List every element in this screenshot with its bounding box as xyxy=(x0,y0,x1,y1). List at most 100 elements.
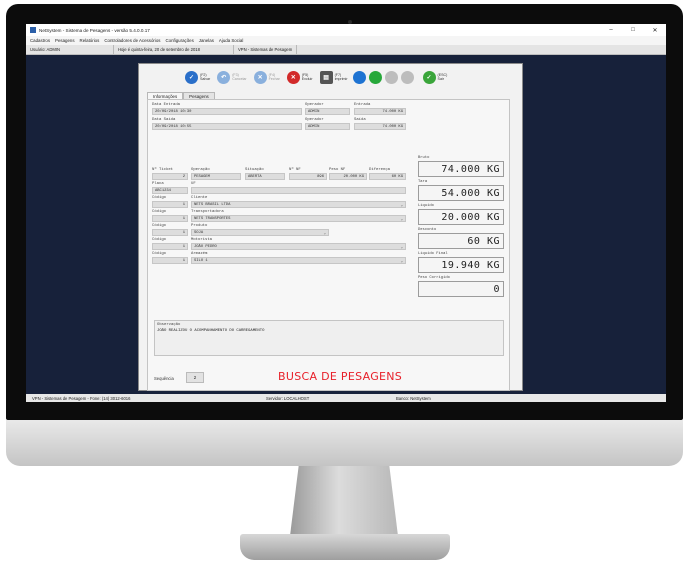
menubar: Cadastros Pesagens Relatórios Controlado… xyxy=(26,36,666,45)
chevron-down-icon: ⌄ xyxy=(400,260,403,264)
close-icon: ✕ xyxy=(253,70,267,84)
window-titlebar: NetSystem - Sistema de Pesagens - versão… xyxy=(26,24,666,36)
warehouse-value: SILO 1 xyxy=(194,258,208,263)
entry-date-field[interactable]: 20/09/2018 10:30 xyxy=(152,108,302,115)
close-label: (F4) Fechar xyxy=(268,72,280,82)
warehouse-code-label: Código xyxy=(152,252,167,256)
cancel-button[interactable]: ↶ (F3) Cancelar xyxy=(215,68,248,86)
operation-label: Operação xyxy=(191,168,210,172)
entry-weight-label: Entrada xyxy=(354,103,371,107)
nav-last-icon[interactable] xyxy=(400,70,414,84)
menu-configuracoes[interactable]: Configurações xyxy=(165,38,193,43)
entry-weight-field[interactable]: 74.000 KG xyxy=(354,108,406,115)
product-code-label: Código xyxy=(152,224,167,228)
nav-first-icon[interactable] xyxy=(352,70,366,84)
exit-date-label: Data Saída xyxy=(152,118,176,122)
menu-controladores[interactable]: Controladores de Acessórios xyxy=(104,38,160,43)
entry-operator-field[interactable]: ADMIN xyxy=(305,108,350,115)
menu-ajuda[interactable]: Ajuda Social xyxy=(219,38,243,43)
cancel-label: (F3) Cancelar xyxy=(232,72,247,82)
exit-date-field[interactable]: 20/09/2018 10:55 xyxy=(152,123,302,130)
client-code-field[interactable]: 1 xyxy=(152,201,188,208)
warehouse-code-field[interactable]: 1 xyxy=(152,257,188,264)
info-date: Hoje é quinta-feira, 20 de setembro de 2… xyxy=(114,45,234,54)
product-code-field[interactable]: 1 xyxy=(152,229,188,236)
statusbar: VPN - Sistemas de Pesagem - Fone: (14) 3… xyxy=(26,394,666,402)
ticket-field[interactable]: 2 xyxy=(152,173,188,180)
difference-field[interactable]: 60 KG xyxy=(369,173,406,180)
screen: NetSystem - Sistema de Pesagens - versão… xyxy=(26,24,666,402)
chevron-down-icon: ⌄ xyxy=(400,204,403,208)
product-value: SOJA xyxy=(194,230,204,235)
driver-code-field[interactable]: 1 xyxy=(152,243,188,250)
menu-pesagens[interactable]: Pesagens xyxy=(55,38,75,43)
minimize-button[interactable]: – xyxy=(600,27,622,34)
client-value: NETS BRASIL LTDA xyxy=(194,202,231,207)
app-icon xyxy=(30,27,36,33)
final-net-label: Líquido Final xyxy=(418,252,448,256)
carrier-label: Transportadora xyxy=(191,210,224,214)
observation-box[interactable]: Observação JOÃO REALIZOU O ACOMPANHAMENT… xyxy=(154,320,504,356)
chevron-down-icon: ⌄ xyxy=(400,218,403,222)
info-user: Usuário: ADMIN xyxy=(26,45,114,54)
info-bar: Usuário: ADMIN Hoje é quinta-feira, 20 d… xyxy=(26,45,666,55)
save-button[interactable]: ✓ (F2) Salvar xyxy=(183,68,212,86)
observation-label: Observação xyxy=(157,323,181,327)
client-select[interactable]: NETS BRASIL LTDA ⌄ xyxy=(191,201,406,208)
warehouse-label: Armazém xyxy=(191,252,208,256)
print-button[interactable]: ▤ (F7) Imprimir xyxy=(318,68,350,86)
operation-field[interactable]: PESAGEM xyxy=(191,173,241,180)
sequence-field[interactable]: 2 xyxy=(186,372,204,383)
sequence-label: Sequência xyxy=(154,376,174,381)
discount-label: Desconto xyxy=(418,228,437,232)
status-database: Banco: NetSystem xyxy=(396,395,431,401)
status-server: Servidor: LOCALHOST xyxy=(266,395,310,401)
menu-cadastros[interactable]: Cadastros xyxy=(30,38,50,43)
toolbar: ✓ (F2) Salvar ↶ (F3) Cancelar ✕ (F4) Fec… xyxy=(139,64,522,90)
gross-weight-label: Bruto xyxy=(418,156,430,160)
window-title: NetSystem - Sistema de Pesagens - versão… xyxy=(39,27,150,33)
nf-weight-field[interactable]: 20.000 KG xyxy=(329,173,367,180)
corrected-weight-label: Peso Corrigido xyxy=(418,276,450,280)
cancel-icon: ↶ xyxy=(217,70,231,84)
exit-weight-field[interactable]: 74.000 KG xyxy=(354,123,406,130)
close-form-button[interactable]: ✕ (F4) Fechar xyxy=(252,68,282,86)
maximize-button[interactable]: □ xyxy=(622,27,644,34)
menu-janelas[interactable]: Janelas xyxy=(199,38,214,43)
chevron-down-icon: ⌄ xyxy=(323,232,326,236)
carrier-value: NETS TRANSPORTES xyxy=(194,216,231,221)
delete-button[interactable]: ✕ (F5) Excluir xyxy=(285,68,315,86)
client-label: Cliente xyxy=(191,196,208,200)
client-code-label: Código xyxy=(152,196,167,200)
nav-next-icon[interactable] xyxy=(384,70,398,84)
final-net-display: 19.940 KG xyxy=(418,257,504,273)
exit-operator-label: Operador xyxy=(305,118,324,122)
situation-field[interactable]: ABERTA xyxy=(245,173,285,180)
nf-number-field[interactable]: 896 xyxy=(289,173,327,180)
entry-date-label: Data Entrada xyxy=(152,103,181,107)
plate-state-field[interactable] xyxy=(191,187,406,194)
exit-button[interactable]: ✓ (ESC) Sair xyxy=(421,68,450,86)
difference-label: Diferença xyxy=(369,168,391,172)
menu-relatorios[interactable]: Relatórios xyxy=(80,38,100,43)
nav-prev-icon[interactable] xyxy=(368,70,382,84)
plate-field[interactable]: ABC1234 xyxy=(152,187,188,194)
discount-display: 60 KG xyxy=(418,233,504,249)
weighing-form: ✓ (F2) Salvar ↶ (F3) Cancelar ✕ (F4) Fec… xyxy=(138,63,523,391)
carrier-code-field[interactable]: 1 xyxy=(152,215,188,222)
print-label: (F7) Imprimir xyxy=(334,72,348,82)
corrected-weight-display: 0 xyxy=(418,281,504,297)
nf-number-label: Nº NF xyxy=(289,168,301,172)
exit-operator-field[interactable]: ADMIN xyxy=(305,123,350,130)
ticket-label: Nº Ticket xyxy=(152,168,174,172)
exit-weight-label: Saída xyxy=(354,118,366,122)
driver-select[interactable]: JOÃO PEDRO ⌄ xyxy=(191,243,406,250)
observation-text: JOÃO REALIZOU O ACOMPANHAMENTO DO CARREG… xyxy=(157,329,265,333)
info-panel: Data Entrada 20/09/2018 10:30 Operador A… xyxy=(147,99,510,391)
nf-weight-label: Peso NF xyxy=(329,168,346,172)
close-window-button[interactable]: ✕ xyxy=(644,27,666,34)
carrier-select[interactable]: NETS TRANSPORTES ⌄ xyxy=(191,215,406,222)
monitor-chin xyxy=(6,420,683,466)
warehouse-select[interactable]: SILO 1 ⌄ xyxy=(191,257,406,264)
product-select[interactable]: SOJA ⌄ xyxy=(191,229,329,236)
